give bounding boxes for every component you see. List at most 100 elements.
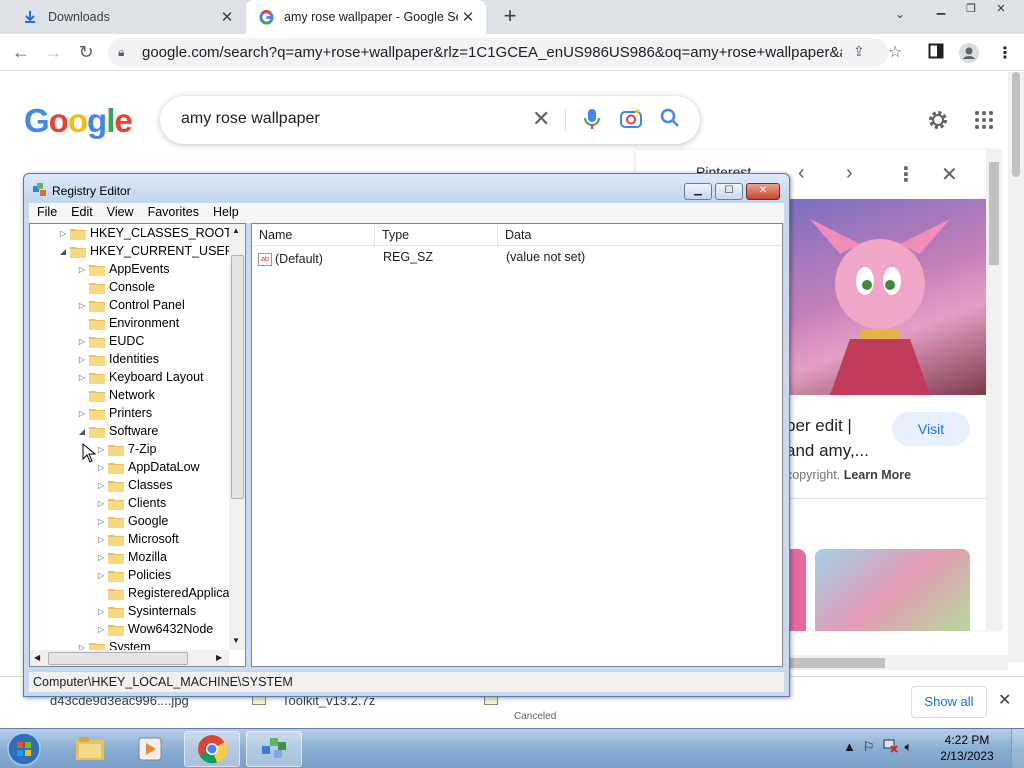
preview-title[interactable]: per edit | and amy,... (786, 413, 906, 463)
column-header-data[interactable]: Data (498, 224, 782, 245)
tree-expander-icon[interactable]: ▷ (75, 373, 89, 382)
tree-expander-icon[interactable]: ▷ (75, 265, 89, 274)
bookmark-star-icon[interactable]: ☆ (888, 42, 902, 62)
volume-icon[interactable]: 🔈︎ (905, 739, 913, 755)
tree-node[interactable]: ◢ Software (75, 422, 158, 440)
forward-arrow-icon[interactable]: → (42, 42, 64, 64)
menu-help[interactable]: Help (205, 203, 245, 223)
related-image-thumbnail[interactable] (815, 549, 970, 631)
system-clock[interactable]: 4:22 PM 2/13/2023 (932, 732, 1002, 764)
network-icon[interactable] (882, 737, 898, 756)
registry-editor-taskbar-icon[interactable] (246, 731, 302, 767)
tree-node[interactable]: ▷ Identities (75, 350, 159, 368)
tree-expander-icon[interactable]: ▷ (75, 301, 89, 310)
close-icon[interactable]: ✕ (986, 1, 1016, 19)
tree-expander-icon[interactable]: ◢ (75, 427, 89, 436)
tree-expander-icon[interactable]: ▷ (94, 463, 108, 472)
previous-arrow-icon[interactable]: ‹ (798, 162, 805, 185)
google-apps-icon[interactable] (974, 110, 994, 133)
tree-node[interactable]: Network (75, 386, 155, 404)
share-icon[interactable]: ⇪ (853, 43, 865, 60)
clear-search-icon[interactable]: ✕ (532, 106, 550, 132)
media-player-icon[interactable] (122, 731, 178, 767)
microphone-icon[interactable] (584, 108, 600, 133)
tree-node[interactable]: ◢ HKEY_CURRENT_USER (56, 242, 234, 260)
window-titlebar[interactable]: Registry Editor ▁ ☐ ✕ (24, 174, 789, 202)
more-options-icon[interactable]: ⋮ (896, 162, 916, 187)
back-arrow-icon[interactable]: ← (10, 42, 32, 64)
show-all-downloads-button[interactable]: Show all (911, 686, 987, 718)
tree-expander-icon[interactable]: ▷ (94, 607, 108, 616)
tab-close-icon[interactable]: ✕ (458, 8, 478, 26)
tree-expander-icon[interactable]: ▷ (94, 445, 108, 454)
menu-file[interactable]: File (29, 203, 63, 223)
reload-icon[interactable]: ↻ (75, 42, 97, 64)
scroll-right-icon[interactable]: ▶ (216, 653, 222, 662)
tree-node[interactable]: ▷ EUDC (75, 332, 145, 350)
tab-google-search[interactable]: amy rose wallpaper - Google Sea ✕ (246, 0, 486, 34)
column-header-name[interactable]: Name (252, 224, 375, 245)
tree-node[interactable]: ▷ Control Panel (75, 296, 185, 314)
tree-expander-icon[interactable]: ◢ (56, 247, 70, 256)
page-vertical-scrollbar[interactable] (1008, 72, 1024, 662)
tree-expander-icon[interactable]: ▷ (75, 409, 89, 418)
search-input[interactable]: amy rose wallpaper (181, 110, 320, 128)
scrollbar-thumb[interactable] (989, 162, 999, 265)
tree-node[interactable]: ▷ Sysinternals (94, 602, 196, 620)
start-button[interactable] (4, 731, 46, 767)
settings-gear-icon[interactable] (926, 108, 950, 135)
camera-lens-icon[interactable] (620, 109, 642, 132)
tree-expander-icon[interactable]: ▷ (75, 355, 89, 364)
minimize-icon[interactable]: ▁ (684, 183, 712, 200)
new-tab-button[interactable]: + (498, 5, 522, 29)
tree-expander-icon[interactable]: ▷ (75, 337, 89, 346)
registry-values-list[interactable]: Name Type Data ab (Default) REG_SZ (valu… (251, 223, 783, 667)
tree-expander-icon[interactable]: ▷ (94, 535, 108, 544)
google-logo[interactable]: Google (24, 102, 133, 140)
profile-avatar-icon[interactable] (959, 43, 979, 68)
search-icon[interactable] (660, 108, 680, 131)
close-download-bar-icon[interactable]: ✕ (998, 690, 1011, 710)
tab-search-chevron-icon[interactable]: ⌄ (895, 7, 905, 21)
tree-expander-icon[interactable]: ▷ (94, 499, 108, 508)
scroll-left-icon[interactable]: ◀ (34, 653, 40, 662)
chrome-icon[interactable] (184, 731, 240, 767)
tree-expander-icon[interactable]: ▷ (94, 517, 108, 526)
tree-node[interactable]: ▷ Classes (94, 476, 173, 494)
side-panel-icon[interactable] (928, 43, 944, 64)
menu-edit[interactable]: Edit (63, 203, 99, 223)
minimize-icon[interactable]: ▁ (926, 1, 956, 19)
tree-node[interactable]: ▷ 7-Zip (94, 440, 157, 458)
tree-node[interactable]: ▷ Policies (94, 566, 171, 584)
registry-key-tree[interactable]: ▷ System ▷ Wow6432Node ▷ Sysinternals Register… (29, 223, 246, 667)
file-explorer-icon[interactable] (62, 731, 118, 767)
tree-node[interactable]: ▷ Mozilla (94, 548, 167, 566)
tree-node[interactable]: ▷ Google (94, 512, 168, 530)
scrollbar-thumb[interactable] (790, 658, 885, 668)
close-icon[interactable]: ✕ (746, 183, 780, 200)
preview-scrollbar[interactable] (986, 150, 1002, 630)
tree-expander-icon[interactable]: ▷ (94, 571, 108, 580)
tree-node[interactable]: Environment (75, 314, 179, 332)
tree-expander-icon[interactable]: ▷ (94, 625, 108, 634)
column-header-type[interactable]: Type (375, 224, 498, 245)
tree-node[interactable]: ▷ AppDataLow (94, 458, 200, 476)
menu-favorites[interactable]: Favorites (140, 203, 205, 223)
scrollbar-thumb[interactable] (231, 255, 244, 499)
tree-node[interactable]: ▷ Microsoft (94, 530, 179, 548)
action-center-icon[interactable]: ⚐ (863, 739, 875, 755)
tree-node[interactable]: ▷ Printers (75, 404, 152, 422)
learn-more-link[interactable]: Learn More (844, 468, 911, 482)
preview-image[interactable] (790, 199, 986, 395)
tree-node[interactable]: ▷ Keyboard Layout (75, 368, 204, 386)
search-box[interactable]: amy rose wallpaper ✕ (160, 96, 700, 144)
tree-expander-icon[interactable]: ▷ (94, 553, 108, 562)
show-hidden-icons-icon[interactable]: ▲ (843, 739, 856, 754)
tree-horizontal-scrollbar[interactable]: ◀ ▶ (30, 650, 229, 666)
tree-vertical-scrollbar[interactable]: ▲ ▼ (229, 224, 245, 650)
scroll-up-icon[interactable]: ▲ (232, 226, 240, 235)
restore-icon[interactable]: ❐ (956, 1, 986, 19)
tree-node[interactable]: ▷ HKEY_CLASSES_ROOT (56, 224, 232, 242)
page-horizontal-scrollbar[interactable] (790, 655, 1008, 670)
maximize-icon[interactable]: ☐ (715, 183, 743, 200)
